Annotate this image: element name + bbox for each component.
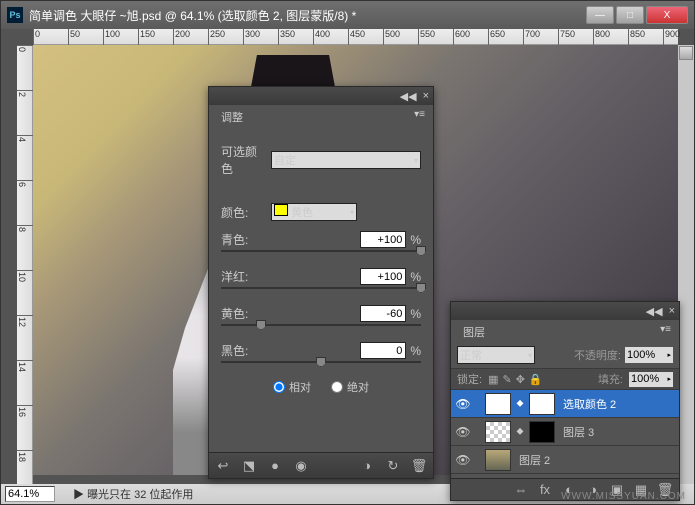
prev-icon[interactable]: ◑ <box>359 458 375 474</box>
color-select[interactable]: 黄色 ▾ <box>271 203 357 221</box>
fill-input[interactable]: 100%▸ <box>629 372 673 387</box>
slider-thumb[interactable] <box>416 283 426 293</box>
slider-track[interactable] <box>221 361 421 363</box>
slider-track[interactable] <box>221 287 421 289</box>
preset-select[interactable]: 自定▾ <box>271 151 421 169</box>
opacity-label: 不透明度: <box>574 347 621 363</box>
slider-黄色:[interactable]: 黄色:% <box>221 305 421 326</box>
mask-thumb <box>529 393 555 415</box>
close-icon[interactable]: × <box>423 90 429 102</box>
slider-青色:[interactable]: 青色:% <box>221 231 421 252</box>
adjustments-tab[interactable]: 调整 <box>213 107 251 127</box>
slider-value[interactable] <box>360 305 406 322</box>
layer-name[interactable]: 选取颜色 2 <box>563 396 616 412</box>
slider-thumb[interactable] <box>416 246 426 256</box>
fx-icon[interactable]: fx <box>537 482 553 498</box>
adjustment-thumb: �◑ <box>485 393 511 415</box>
slider-thumb[interactable] <box>256 320 266 330</box>
adjustments-footer: ↩ ⬔ ● ◉ ◑ ↻ 🗑 <box>209 452 433 478</box>
panel-header[interactable]: ◀◀ × <box>451 302 679 320</box>
relative-radio[interactable]: 相对 <box>273 379 311 395</box>
lock-all-icon[interactable]: 🔒 <box>529 373 543 386</box>
slider-value[interactable] <box>360 342 406 359</box>
expand-icon[interactable]: ⬔ <box>241 458 257 474</box>
slider-track[interactable] <box>221 324 421 326</box>
link-icon[interactable]: ⇔ <box>513 482 529 498</box>
panel-menu-icon[interactable]: ▾≡ <box>652 320 679 339</box>
titlebar[interactable]: Ps 简单调色 大眼仔 ~旭.psd @ 64.1% (选取颜色 2, 图层蒙版… <box>1 1 694 29</box>
adjustment-icon[interactable]: ◑ <box>585 482 601 498</box>
collapse-icon[interactable]: ◀◀ <box>646 305 663 318</box>
view-icon[interactable]: ◉ <box>293 458 309 474</box>
panel-header[interactable]: ◀◀ × <box>209 87 433 105</box>
new-layer-icon[interactable]: ▦ <box>633 482 649 498</box>
panel-menu-icon[interactable]: ▾≡ <box>406 105 433 124</box>
layers-tab[interactable]: 图层 <box>455 322 493 342</box>
layer-thumb <box>485 449 511 471</box>
zoom-input[interactable] <box>5 486 55 502</box>
minimize-button[interactable]: — <box>586 6 614 24</box>
section-label: 可选颜色 <box>221 143 265 177</box>
layers-panel[interactable]: ◀◀ × 图层 ▾≡ 正常▾ 不透明度: 100%▸ 锁定: ▦ ✎ ✥ 🔒 填… <box>450 301 680 501</box>
group-icon[interactable]: ▣ <box>609 482 625 498</box>
status-info: ▶ 曝光只在 32 位起作用 <box>73 486 193 502</box>
layers-footer: ⇔ fx ◐ ◑ ▣ ▦ 🗑 <box>451 478 679 500</box>
lock-transparent-icon[interactable]: ▦ <box>488 373 498 386</box>
maximize-button[interactable]: □ <box>616 6 644 24</box>
trash-icon[interactable]: 🗑 <box>657 482 673 498</box>
slider-track[interactable] <box>221 250 421 252</box>
mask-icon[interactable]: ◐ <box>561 482 577 498</box>
adjustments-panel[interactable]: ◀◀ × 调整 ▾≡ 可选颜色 自定▾ 颜色: 黄色 ▾ 青色:% 洋红:% 黄色:… <box>208 86 434 479</box>
lock-move-icon[interactable]: ✥ <box>516 373 525 386</box>
visibility-icon[interactable]: 👁 <box>455 453 471 467</box>
layer-list: 👁�◑⬥选取颜色 2👁⬥图层 3👁图层 2 <box>451 390 679 474</box>
collapse-icon[interactable]: ◀◀ <box>400 90 417 103</box>
layer-row[interactable]: 👁⬥图层 3 <box>451 418 679 446</box>
color-label: 颜色: <box>221 204 265 221</box>
slider-value[interactable] <box>360 231 406 248</box>
mask-thumb <box>529 421 555 443</box>
layer-name[interactable]: 图层 3 <box>563 424 594 440</box>
layer-name[interactable]: 图层 2 <box>519 452 550 468</box>
back-icon[interactable]: ↩ <box>215 458 231 474</box>
document-title: 简单调色 大眼仔 ~旭.psd @ 64.1% (选取颜色 2, 图层蒙版/8)… <box>29 7 586 24</box>
scrollbar-vertical[interactable] <box>678 45 694 484</box>
ruler-vertical[interactable]: 024681012141618 <box>17 45 33 484</box>
ruler-horizontal[interactable]: 0501001502002503003504004505005506006507… <box>33 29 678 45</box>
absolute-radio[interactable]: 绝对 <box>331 379 369 395</box>
fill-label: 填充: <box>598 371 623 387</box>
slider-value[interactable] <box>360 268 406 285</box>
slider-thumb[interactable] <box>316 357 326 367</box>
blend-mode-select[interactable]: 正常▾ <box>457 346 535 364</box>
layer-thumb <box>485 421 511 443</box>
lock-label: 锁定: <box>457 371 482 387</box>
lock-paint-icon[interactable]: ✎ <box>502 373 511 386</box>
clip-icon[interactable]: ● <box>267 458 283 474</box>
reset-icon[interactable]: ↻ <box>385 458 401 474</box>
close-icon[interactable]: × <box>669 305 675 317</box>
app-icon: Ps <box>7 7 23 23</box>
close-button[interactable]: X <box>646 6 688 24</box>
visibility-icon[interactable]: 👁 <box>455 397 471 411</box>
slider-黑色:[interactable]: 黑色:% <box>221 342 421 363</box>
trash-icon[interactable]: 🗑 <box>411 458 427 474</box>
layer-row[interactable]: 👁 图层 2 <box>451 446 679 474</box>
opacity-input[interactable]: 100%▸ <box>625 347 673 363</box>
visibility-icon[interactable]: 👁 <box>455 425 471 439</box>
layer-row[interactable]: 👁�◑⬥选取颜色 2 <box>451 390 679 418</box>
app-window: Ps 简单调色 大眼仔 ~旭.psd @ 64.1% (选取颜色 2, 图层蒙版… <box>0 0 695 505</box>
slider-洋红:[interactable]: 洋红:% <box>221 268 421 289</box>
